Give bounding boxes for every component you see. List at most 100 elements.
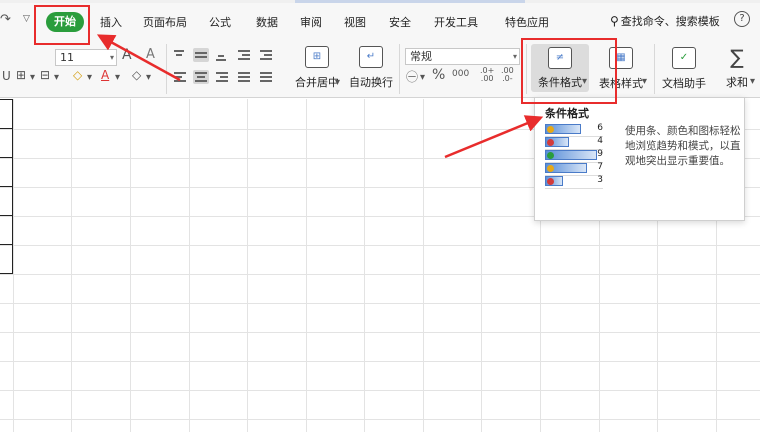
ribbon-separator <box>399 44 400 94</box>
check-dot-icon <box>547 152 554 159</box>
wrap-text-button[interactable]: ↵ 自动换行 <box>348 46 394 90</box>
align-left-icon[interactable] <box>172 70 188 84</box>
grid-line <box>13 99 14 432</box>
tab-data[interactable]: 数据 <box>256 14 278 30</box>
chevron-down-icon[interactable]: ▾ <box>146 72 151 83</box>
menu-bar: ↷ ▽ 开始 插入 页面布局 公式 数据 审阅 视图 安全 开发工具 特色应用 … <box>0 0 760 40</box>
chevron-down-icon[interactable]: ▾ <box>115 72 120 83</box>
doc-assistant-button[interactable]: ✓ 文档助手 <box>660 47 708 91</box>
clear-format-icon[interactable]: ◇ <box>132 68 141 82</box>
fill-color-icon[interactable]: ◇ <box>73 68 82 82</box>
bordered-cell[interactable] <box>0 215 13 245</box>
conditional-format-preview: 6 4 9 7 3 <box>545 123 605 199</box>
ribbon-separator <box>654 44 655 94</box>
number-format-select[interactable]: 常规 ▾ <box>405 48 520 65</box>
preview-value: 9 <box>597 149 603 159</box>
bordered-cell[interactable] <box>0 99 13 129</box>
chevron-down-icon[interactable]: ▾ <box>87 72 92 83</box>
warning-dot-icon <box>547 165 554 172</box>
search-icon: ⚲ <box>610 14 619 28</box>
increase-font-icon[interactable]: A <box>122 47 132 63</box>
conditional-format-tooltip: 条件格式 6 4 9 7 3 使用条、颜色和图标轻松地浏览趋势和模式，以直观地突… <box>534 97 745 221</box>
chevron-down-icon[interactable]: ▾ <box>750 76 755 87</box>
title-strip-highlight <box>295 0 525 3</box>
merge-cells-icon: ⊞ <box>305 46 329 68</box>
error-dot-icon <box>547 178 554 185</box>
wrap-text-icon: ↵ <box>359 46 383 68</box>
currency-icon[interactable]: ㊀ <box>406 68 418 85</box>
font-size-select[interactable]: 11 ▾ <box>55 49 117 66</box>
preview-row: 7 <box>545 162 605 174</box>
grid-line <box>189 99 190 432</box>
preview-divider <box>545 188 603 189</box>
tab-review[interactable]: 审阅 <box>300 14 322 30</box>
align-top-icon[interactable] <box>172 48 188 62</box>
align-center-icon[interactable] <box>193 70 209 84</box>
grid-line <box>481 99 482 432</box>
grid-line <box>0 274 760 275</box>
grid-line <box>0 332 760 333</box>
align-right-icon[interactable] <box>214 70 230 84</box>
border-icon[interactable]: ⊞ <box>16 68 26 82</box>
tab-formulas[interactable]: 公式 <box>209 14 231 30</box>
preview-value: 6 <box>597 123 603 133</box>
merge-center-label: 合并居中 <box>295 76 339 89</box>
preview-value: 3 <box>597 175 603 185</box>
bordered-cell[interactable] <box>0 157 13 187</box>
warning-dot-icon <box>547 126 554 133</box>
justify-icon[interactable] <box>236 70 252 84</box>
bordered-cell[interactable] <box>0 128 13 158</box>
annotation-box-home <box>34 5 90 45</box>
number-format-value: 常规 <box>410 50 432 63</box>
chevron-down-icon[interactable]: ▾ <box>420 72 425 83</box>
font-color-icon[interactable]: A <box>101 68 109 82</box>
underline-icon[interactable]: U <box>2 69 11 83</box>
grid-line <box>0 419 760 420</box>
doc-assistant-icon: ✓ <box>672 47 696 69</box>
grid-line <box>423 99 424 432</box>
sigma-icon: ∑ <box>730 45 744 69</box>
decrease-decimal-icon[interactable]: .00.0- <box>501 67 514 83</box>
preview-value: 4 <box>597 136 603 146</box>
bordered-cell[interactable] <box>0 244 13 274</box>
autosum-button[interactable]: ∑ 求和 <box>720 45 754 90</box>
doc-assistant-label: 文档助手 <box>662 77 706 90</box>
grid-line <box>247 99 248 432</box>
chevron-down-icon[interactable]: ▾ <box>54 72 59 83</box>
chevron-down-icon[interactable]: ▾ <box>335 77 340 88</box>
chevron-down-icon[interactable]: ▾ <box>642 76 647 87</box>
tab-insert[interactable]: 插入 <box>100 14 122 30</box>
thousands-separator-icon[interactable]: 000 <box>452 69 469 79</box>
chevron-down-icon[interactable]: ▾ <box>30 72 35 83</box>
grid-line <box>0 245 760 246</box>
preview-value: 7 <box>597 162 603 172</box>
preview-row: 6 <box>545 123 605 135</box>
tooltip-title: 条件格式 <box>545 107 589 120</box>
command-search-label: 查找命令、搜索模板 <box>620 15 720 28</box>
alignment-group <box>172 46 276 90</box>
autosum-label: 求和 <box>726 76 748 89</box>
grid-line <box>306 99 307 432</box>
percent-icon[interactable]: % <box>432 67 445 83</box>
distributed-align-icon[interactable] <box>258 70 274 84</box>
bordered-cell[interactable] <box>0 186 13 216</box>
help-icon[interactable]: ? <box>734 11 750 27</box>
decrease-indent-icon[interactable] <box>236 48 252 62</box>
grid-line <box>130 99 131 432</box>
quick-access-dropdown-icon[interactable]: ▽ <box>23 14 30 24</box>
tab-page-layout[interactable]: 页面布局 <box>143 14 187 30</box>
tab-special-apps[interactable]: 特色应用 <box>505 14 549 30</box>
grid-line <box>0 390 760 391</box>
tab-security[interactable]: 安全 <box>389 14 411 30</box>
decrease-font-icon[interactable]: A <box>146 47 155 62</box>
increase-decimal-icon[interactable]: .0+ .00 <box>480 67 494 83</box>
align-bottom-icon[interactable] <box>214 48 230 62</box>
align-middle-icon[interactable] <box>193 48 209 62</box>
tab-developer[interactable]: 开发工具 <box>434 14 478 30</box>
redo-icon[interactable]: ↷ <box>0 12 11 27</box>
font-size-value: 11 <box>60 51 74 64</box>
fill-pattern-icon[interactable]: ⊟ <box>40 68 50 82</box>
command-search[interactable]: ⚲ 查找命令、搜索模板 <box>610 13 720 29</box>
tab-view[interactable]: 视图 <box>344 14 366 30</box>
increase-indent-icon[interactable] <box>258 48 274 62</box>
